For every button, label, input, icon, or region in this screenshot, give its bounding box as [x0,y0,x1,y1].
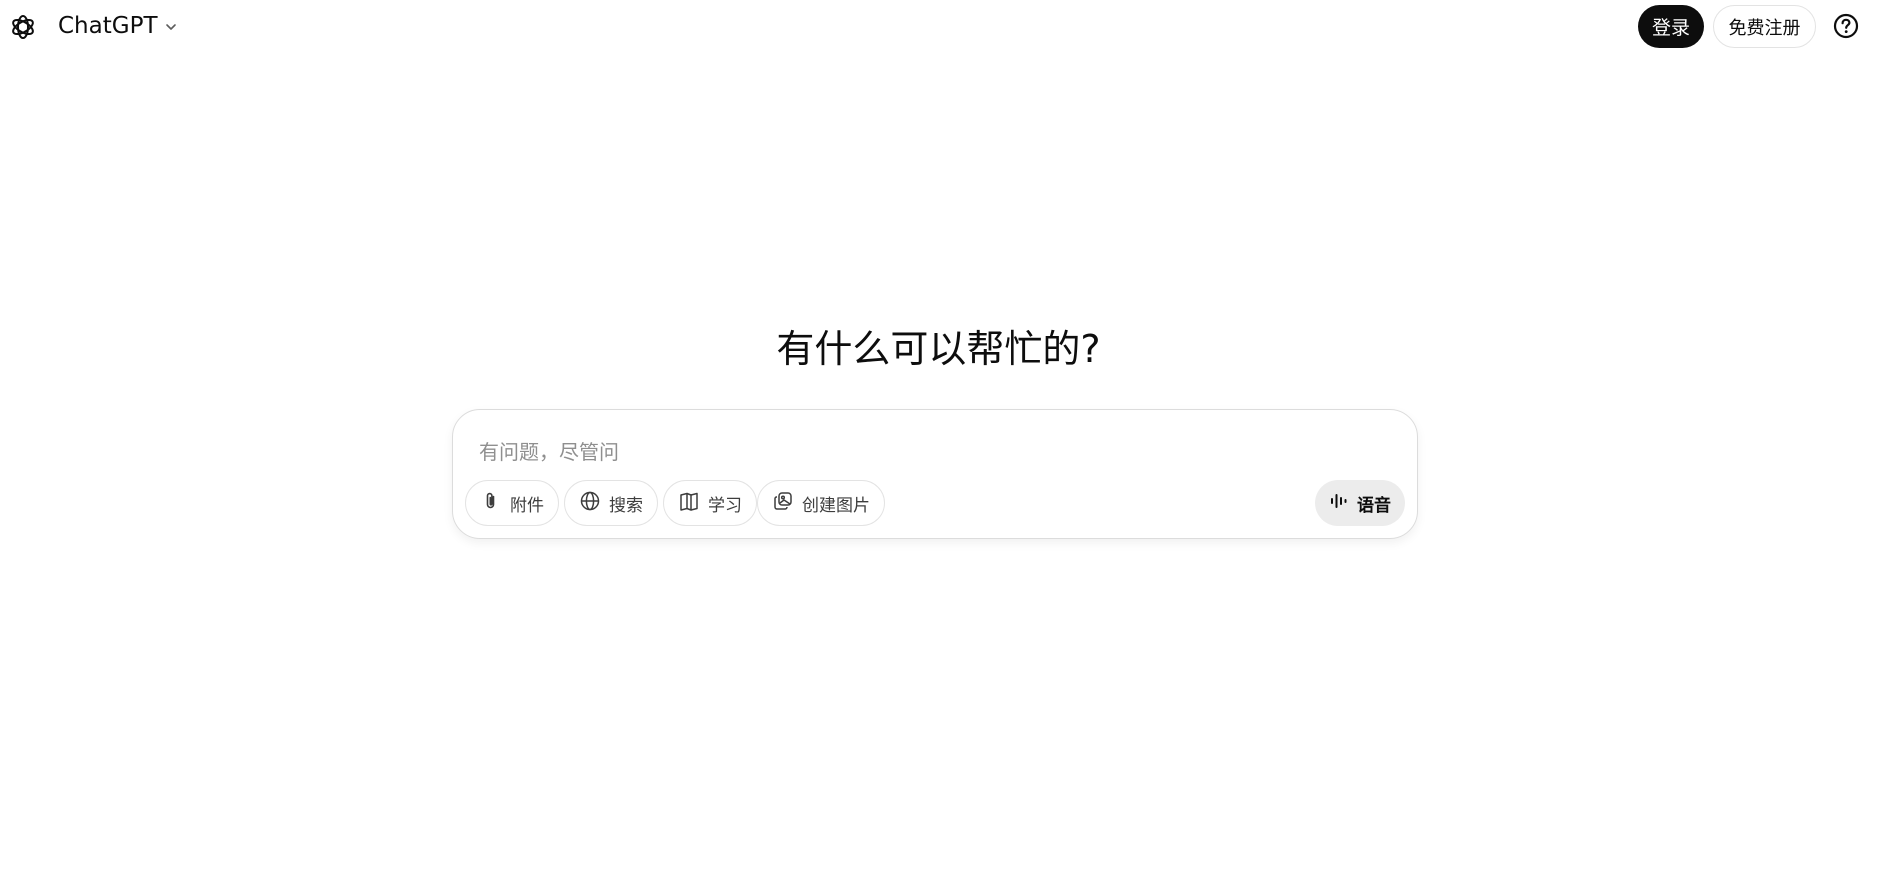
study-label: 学习 [708,495,742,516]
book-icon [678,490,700,517]
top-bar: ChatGPT 登录 免费注册 [0,0,1877,52]
help-circle-icon[interactable] [1832,12,1860,40]
study-button[interactable]: 学习 [663,480,757,526]
chevron-down-icon [164,19,178,33]
voice-wave-icon [1329,491,1349,516]
create-image-label: 创建图片 [802,495,870,516]
prompt-composer: 附件 搜索 学习 创建图片 语音 [452,409,1418,539]
model-name: ChatGPT [58,13,158,39]
voice-label: 语音 [1357,495,1391,516]
attach-button[interactable]: 附件 [465,480,559,526]
paperclip-icon [480,490,502,517]
login-button[interactable]: 登录 [1638,5,1704,48]
globe-icon [579,490,601,517]
image-icon [772,490,794,517]
openai-logo-icon[interactable] [8,12,38,42]
attach-label: 附件 [510,495,544,516]
prompt-input[interactable] [479,432,1379,472]
search-label: 搜索 [609,495,643,516]
model-switcher[interactable]: ChatGPT [50,8,186,44]
search-button[interactable]: 搜索 [564,480,658,526]
voice-button[interactable]: 语音 [1315,480,1405,526]
page-headline: 有什么可以帮忙的? [776,327,1101,371]
create-image-button[interactable]: 创建图片 [757,480,885,526]
signup-button[interactable]: 免费注册 [1713,5,1816,48]
